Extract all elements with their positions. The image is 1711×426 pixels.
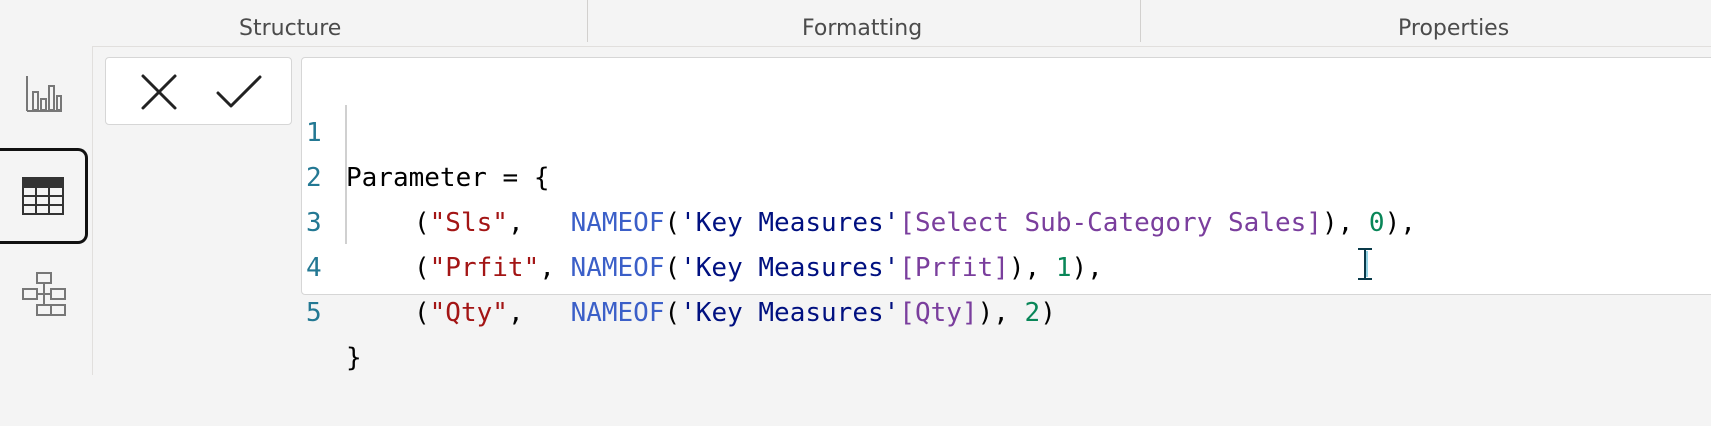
code-line: 5 } (302, 246, 1711, 373)
close-icon (141, 74, 177, 110)
formula-commit-box (105, 57, 292, 125)
model-view-button[interactable] (0, 246, 88, 342)
cancel-button[interactable] (134, 67, 184, 117)
code-line: 3 ("Prfit", NAMEOF('Key Measures'[Prfit]… (302, 156, 1711, 283)
ribbon-divider (587, 0, 588, 42)
checkmark-icon (216, 75, 262, 108)
left-nav (0, 46, 93, 375)
model-diagram-icon (22, 272, 66, 316)
bar-chart-icon (26, 76, 62, 112)
ribbon-header: Structure Formatting Properties (0, 0, 1711, 47)
code-line: 2 ("Sls", NAMEOF('Key Measures'[Select S… (302, 111, 1711, 238)
code-text: } (346, 343, 362, 373)
line-number: 5 (306, 298, 322, 328)
report-view-button[interactable] (0, 46, 88, 142)
ribbon-group-structure: Structure (239, 16, 342, 41)
formula-editor[interactable]: 1 Parameter = { 2 ("Sls", NAMEOF('Key Me… (301, 57, 1711, 373)
ribbon-divider (1140, 0, 1141, 42)
table-view-button[interactable] (0, 148, 88, 244)
code-line: 1 Parameter = { (302, 66, 1711, 193)
indent-guide (345, 105, 347, 244)
ribbon-group-formatting: Formatting (802, 16, 923, 41)
code-text: ("Qty", NAMEOF('Key Measures'[Qty]), 2) (414, 298, 1056, 328)
table-grid-icon (21, 177, 64, 215)
ribbon-group-properties: Properties (1398, 16, 1510, 41)
text-cursor-icon (1358, 248, 1372, 280)
commit-button[interactable] (214, 67, 264, 117)
code-line: 4 ("Qty", NAMEOF('Key Measures'[Qty]), 2… (302, 201, 1711, 328)
